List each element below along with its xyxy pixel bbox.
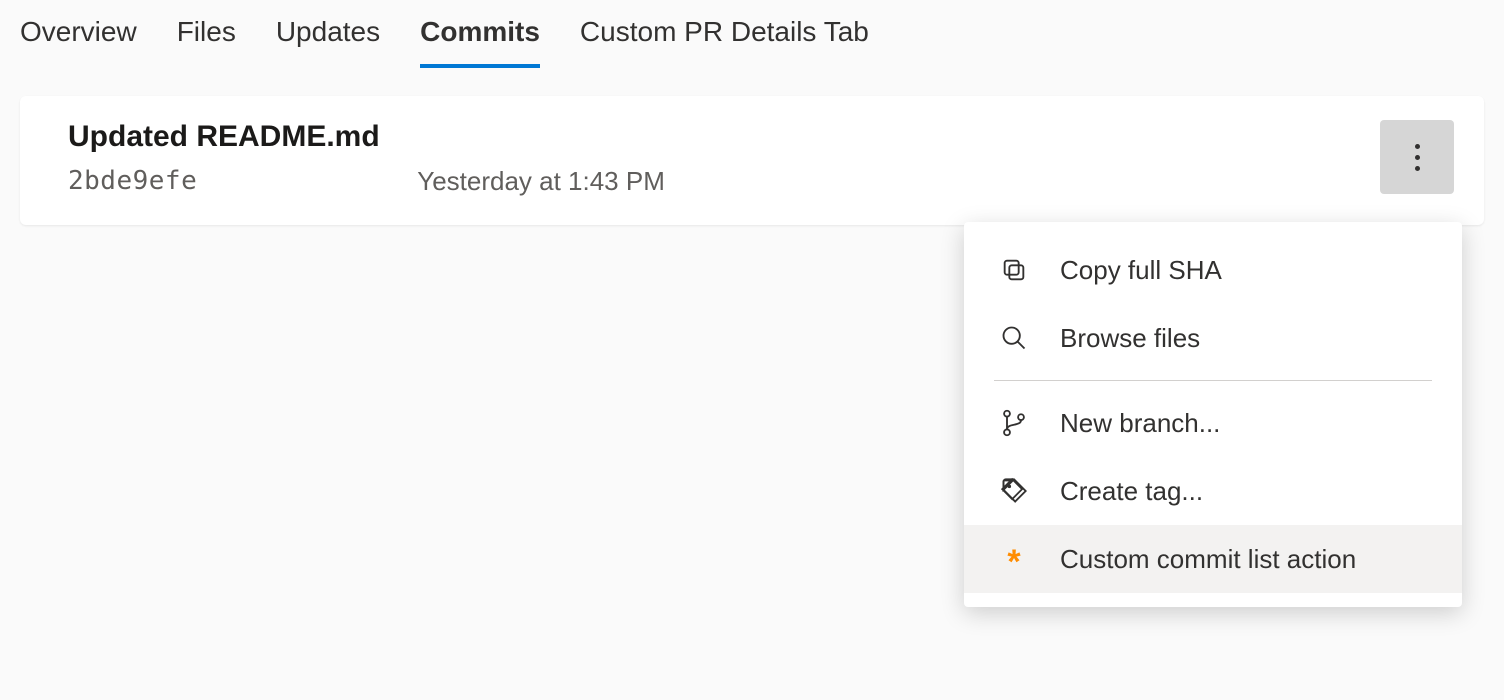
- menu-browse-files[interactable]: Browse files: [964, 304, 1462, 372]
- pr-tabs: Overview Files Updates Commits Custom PR…: [0, 0, 1504, 68]
- tag-icon: [998, 475, 1030, 507]
- tab-custom-pr-details[interactable]: Custom PR Details Tab: [580, 16, 869, 68]
- more-actions-button[interactable]: [1380, 120, 1454, 194]
- menu-label: Create tag...: [1060, 476, 1203, 507]
- asterisk-icon: *: [998, 543, 1030, 575]
- menu-label: Custom commit list action: [1060, 544, 1356, 575]
- commit-row: Updated README.md 2bde9efe Yesterday at …: [20, 96, 1484, 225]
- commit-meta: 2bde9efe Yesterday at 1:43 PM: [68, 166, 1380, 197]
- menu-label: New branch...: [1060, 408, 1220, 439]
- menu-custom-commit-action[interactable]: * Custom commit list action: [964, 525, 1462, 593]
- menu-copy-full-sha[interactable]: Copy full SHA: [964, 236, 1462, 304]
- menu-divider: [994, 380, 1432, 381]
- commit-title: Updated README.md: [68, 120, 1380, 154]
- commit-sha: 2bde9efe: [68, 166, 197, 197]
- branch-icon: [998, 407, 1030, 439]
- search-icon: [998, 322, 1030, 354]
- menu-label: Copy full SHA: [1060, 255, 1222, 286]
- commit-actions-menu: Copy full SHA Browse files New branch...…: [964, 222, 1462, 607]
- commit-info: Updated README.md 2bde9efe Yesterday at …: [68, 120, 1380, 197]
- menu-label: Browse files: [1060, 323, 1200, 354]
- tab-overview[interactable]: Overview: [20, 16, 137, 68]
- menu-create-tag[interactable]: Create tag...: [964, 457, 1462, 525]
- commit-timestamp: Yesterday at 1:43 PM: [417, 166, 665, 197]
- tab-commits[interactable]: Commits: [420, 16, 540, 68]
- tab-updates[interactable]: Updates: [276, 16, 380, 68]
- copy-icon: [998, 254, 1030, 286]
- menu-new-branch[interactable]: New branch...: [964, 389, 1462, 457]
- vertical-dots-icon: [1415, 144, 1420, 171]
- tab-files[interactable]: Files: [177, 16, 236, 68]
